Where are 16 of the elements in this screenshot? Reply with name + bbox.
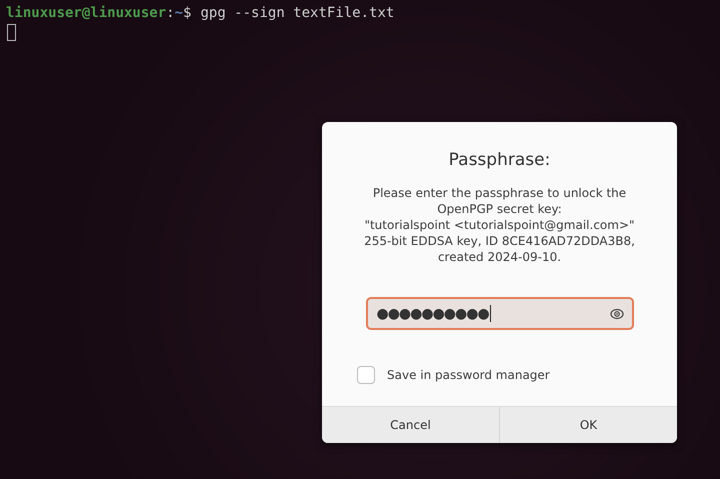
prompt-sign: $ — [183, 4, 192, 22]
cancel-button[interactable]: Cancel — [322, 407, 499, 443]
ok-button[interactable]: OK — [499, 407, 677, 443]
prompt-separator: : — [166, 4, 175, 22]
prompt-user: linuxuser@linuxuser — [6, 4, 166, 22]
message-line: 255-bit EDDSA key, ID 8CE416AD72DDA3B8, — [364, 233, 635, 249]
message-line: "tutorialspoint <tutorialspoint@gmail.com>" — [364, 217, 635, 233]
passphrase-field[interactable]: ●●●●●●●●●● — [366, 297, 634, 330]
prompt-path: ~ — [174, 4, 184, 22]
message-line: Please enter the passphrase to unlock the — [372, 185, 626, 201]
dialog-title: Passphrase: — [448, 150, 552, 170]
passphrase-value: ●●●●●●●●●● — [376, 306, 489, 322]
command-text: gpg --sign textFile.txt — [200, 4, 394, 22]
message-line: OpenPGP secret key: — [437, 201, 562, 217]
checkbox-label: Save in password manager — [387, 368, 550, 382]
message-line: created 2024-09-10. — [438, 249, 562, 265]
